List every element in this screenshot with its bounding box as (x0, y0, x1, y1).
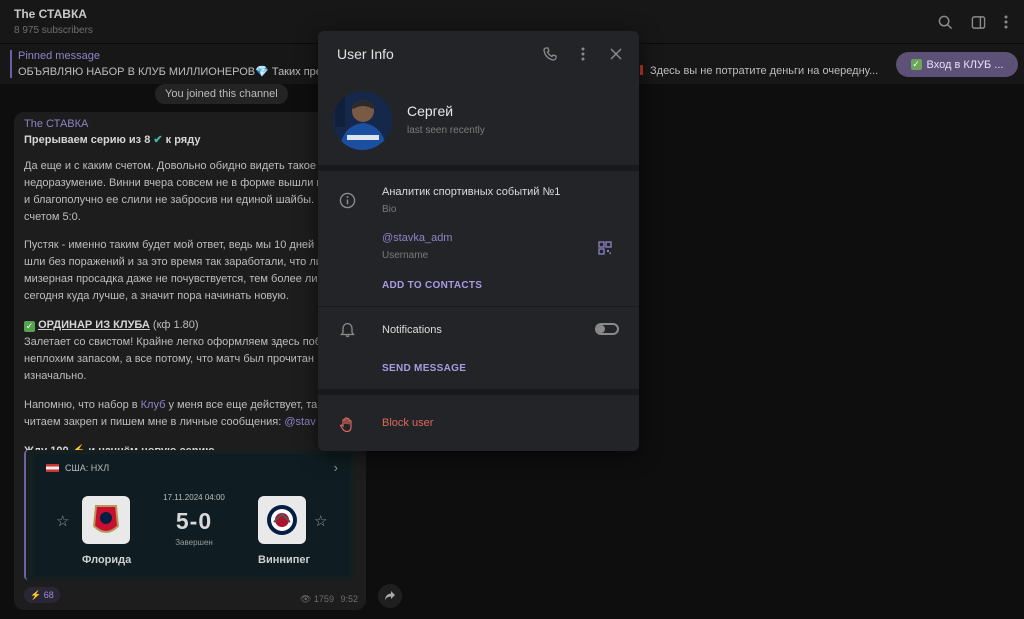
block-user-button[interactable]: Block user (382, 417, 433, 429)
bet-odds: (кф 1.80) (152, 319, 199, 331)
more-options-icon[interactable] (574, 45, 592, 63)
club-entry-label: Вход в КЛУБ ... (926, 58, 1004, 71)
para4-line: читаем закреп и пишем мне в личные сообщ… (24, 416, 316, 428)
favorite-star-icon[interactable]: ☆ (314, 512, 327, 530)
bio-label: Bio (382, 204, 397, 215)
us-flag-icon (46, 464, 59, 472)
teal-check-icon: ✔ (153, 134, 163, 146)
joined-notice: You joined this channel (155, 84, 288, 104)
section-divider (318, 389, 639, 395)
league-text: США: НХЛ (65, 463, 110, 473)
qr-code-icon[interactable] (596, 239, 614, 257)
user-info-dialog[interactable]: User Info Сергей last seen recently Анал… (318, 31, 639, 451)
match-card-body[interactable]: США: НХЛ › ☆ Флорида 17.11.2024 04:00 5-… (34, 454, 350, 576)
bet-line: ✓ ОРДИНАР ИЗ КЛУБА (кф 1.80) (24, 319, 199, 332)
away-team-name: Виннипег (258, 554, 311, 566)
league-label: США: НХЛ (46, 463, 109, 473)
phone-icon[interactable] (541, 45, 559, 63)
headline-part-b: к ряду (165, 134, 201, 146)
club-link[interactable]: Клуб (141, 399, 166, 411)
subscriber-count: 8 975 subscribers (14, 25, 93, 36)
message-headline: Прерываем серию из 8 ✔ к ряду (24, 133, 200, 146)
row-divider (318, 306, 639, 307)
sidebar-toggle-icon[interactable] (968, 12, 988, 32)
checkmark-icon: ✓ (910, 59, 922, 70)
para1-line: и благополучно ее слили не забросив ни е… (24, 194, 315, 206)
para2-line: шли без поражений и за это время так зар… (24, 256, 322, 268)
chevron-right-icon[interactable]: › (334, 460, 338, 475)
para2-line: сегодня куда лучше, а значит пора начина… (24, 290, 289, 302)
headline-part-a: Прерываем серию из 8 (24, 134, 151, 146)
views-icon: 👁 (299, 594, 312, 604)
para3-line: Залетает со свистом! Крайне легко оформл… (24, 336, 328, 348)
views-count: 1759 (313, 594, 334, 604)
florida-logo (82, 496, 130, 544)
para1-line: Да еще и с каким счетом. Довольно обидно… (24, 160, 317, 172)
para2-line: Пустяк - именно таким будет мой ответ, в… (24, 239, 324, 251)
message-sender[interactable]: The СТАВКА (24, 118, 88, 130)
more-options-icon[interactable] (996, 12, 1016, 32)
info-icon (338, 191, 356, 209)
bet-title: ОРДИНАР ИЗ КЛУБА (38, 319, 150, 331)
section-divider (318, 165, 639, 171)
match-score: 5-0 (175, 508, 213, 534)
para3-line: неплохим запасом, а все потому, что матч… (24, 353, 314, 365)
green-check-icon: ✓ (24, 321, 35, 332)
username-label: Username (382, 250, 429, 261)
para4-line: Напомню, что набор в Клуб у меня все еще… (24, 399, 317, 411)
pinned-indicator (10, 50, 12, 78)
dialog-title: User Info (337, 46, 394, 62)
pinned-secondary: Здесь вы не потратите деньги на очередну… (640, 65, 878, 77)
para3-line: изначально. (24, 370, 87, 382)
reaction-badge[interactable]: ⚡ 68 (24, 587, 60, 603)
user-name: Сергей (407, 103, 454, 119)
bell-icon (338, 321, 356, 339)
winnipeg-logo (258, 496, 306, 544)
share-button[interactable] (378, 584, 402, 608)
red-marker-icon (640, 65, 643, 75)
p4a-post: у меня все еще действует, та (165, 399, 318, 411)
favorite-star-icon[interactable]: ☆ (56, 512, 69, 530)
pinned-title: Pinned message (18, 50, 100, 62)
para2-line: мизерная просадка даже не почувствуется,… (24, 273, 324, 285)
bio-text[interactable]: Аналитик спортивных событий №1 (382, 186, 560, 198)
home-team-name: Флорида (82, 554, 132, 566)
username-link[interactable]: @stav (284, 416, 315, 428)
message-meta: 👁 1759 9:52 (300, 594, 358, 605)
p4a-pre: Напомню, что набор в (24, 399, 141, 411)
send-message-button[interactable]: SEND MESSAGE (382, 363, 466, 374)
message-time: 9:52 (340, 594, 358, 604)
username-value[interactable]: @stavka_adm (382, 232, 452, 244)
para1-line: недоразумение. Винни вчера совсем не в ф… (24, 177, 323, 189)
search-icon[interactable] (935, 12, 955, 32)
close-icon[interactable] (607, 45, 625, 63)
pinned-text: ОБЪЯВЛЯЮ НАБОР В КЛУБ МИЛЛИОНЕРОВ💎 Таких… (18, 66, 329, 78)
notifications-toggle[interactable] (595, 323, 619, 335)
channel-title[interactable]: The СТАВКА (14, 7, 87, 21)
match-preview-card[interactable]: США: НХЛ › ☆ Флорида 17.11.2024 04:00 5-… (24, 450, 354, 580)
notifications-label: Notifications (382, 324, 442, 336)
club-entry-button[interactable]: ✓ Вход в КЛУБ ... (896, 52, 1018, 77)
add-to-contacts-button[interactable]: ADD TO CONTACTS (382, 280, 482, 291)
match-status: Завершен (175, 538, 213, 547)
match-date: 17.11.2024 04:00 (163, 493, 225, 502)
block-hand-icon (338, 415, 356, 433)
last-seen-status: last seen recently (407, 125, 485, 136)
channel-message[interactable]: The СТАВКА Прерываем серию из 8 ✔ к ряду… (14, 112, 366, 610)
p4b-pre: читаем закреп и пишем мне в личные сообщ… (24, 416, 285, 428)
pinned-secondary-text: Здесь вы не потратите деньги на очередну… (650, 65, 879, 77)
para1-line: счетом 5:0. (24, 211, 81, 223)
avatar[interactable] (333, 91, 392, 150)
